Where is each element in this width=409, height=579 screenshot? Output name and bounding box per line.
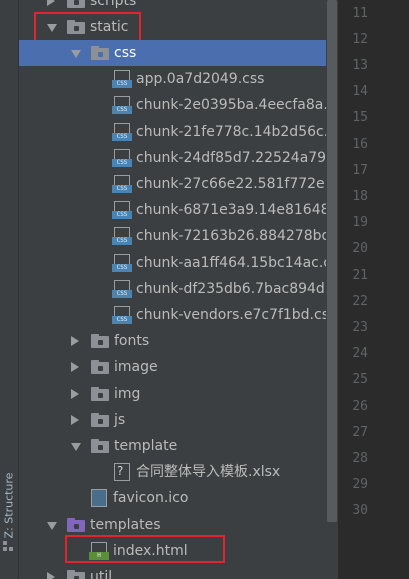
- tree-node-label: templates: [90, 516, 161, 533]
- tree-node-label: chunk-72163b26.884278bd: [136, 228, 331, 245]
- tree-node-folder[interactable]: fonts: [19, 328, 338, 354]
- tree-node-label: chunk-24df85d7.22524a79.c: [136, 149, 338, 166]
- expanded-arrow-icon[interactable]: [71, 49, 81, 58]
- folder-icon: [91, 386, 109, 401]
- tree-node-label: 合同整体导入模板.xlsx: [136, 464, 281, 481]
- tree-node-css[interactable]: CSS chunk-72163b26.884278bd: [19, 223, 338, 249]
- expanded-arrow-icon[interactable]: [71, 442, 81, 451]
- collapsed-arrow-icon[interactable]: [71, 336, 79, 347]
- tree-node-image[interactable]: favicon.ico: [19, 485, 338, 511]
- tree-node-css[interactable]: CSS chunk-24df85d7.22524a79.c: [19, 145, 338, 171]
- tree-node-label: image: [114, 359, 158, 376]
- tree-node-label: fonts: [114, 333, 150, 350]
- tree-node-unknown[interactable]: ? 合同整体导入模板.xlsx: [19, 459, 338, 485]
- line-number: 28: [352, 450, 368, 466]
- tree-node-label: css: [114, 44, 137, 61]
- tree-node-css[interactable]: CSS chunk-6871e3a9.14e81648.: [19, 197, 338, 223]
- structure-icon: [3, 541, 13, 551]
- css-file-icon: CSS: [112, 70, 132, 89]
- css-file-icon: CSS: [112, 122, 132, 141]
- tree-node-folder[interactable]: image: [19, 354, 338, 380]
- annotation-highlight-box: [34, 11, 141, 42]
- tree-node-folder-purple[interactable]: templates: [19, 512, 338, 538]
- editor-gutter: 11 12 13 14 15 16 17 18 19 20 21 22 23 24 25 26 27 28 29 30: [338, 0, 409, 579]
- line-number: 23: [352, 319, 368, 335]
- tree-node-css[interactable]: CSS chunk-2e0395ba.4eecfa8a.c: [19, 92, 338, 118]
- css-file-icon: CSS: [112, 201, 132, 220]
- image-file-icon: [91, 489, 107, 508]
- line-number: 16: [352, 136, 368, 152]
- structure-tool-tab[interactable]: Z: Structure: [0, 456, 18, 554]
- collapsed-arrow-icon[interactable]: [71, 362, 79, 373]
- tree-node-folder[interactable]: template: [19, 433, 338, 459]
- line-number: 12: [352, 31, 368, 47]
- line-number: 17: [352, 162, 368, 178]
- line-number: 22: [352, 293, 368, 309]
- tree-node-css[interactable]: CSS chunk-df235db6.7bac894d.: [19, 276, 338, 302]
- line-number: 21: [352, 267, 368, 283]
- scrollbar-thumb[interactable]: [327, 0, 337, 522]
- folder-icon: [67, 0, 85, 8]
- line-number: 18: [352, 188, 368, 204]
- css-file-icon: CSS: [112, 253, 132, 272]
- tree-node-label: favicon.ico: [113, 490, 189, 507]
- tree-node-css[interactable]: CSS chunk-aa1ff464.15bc14ac.cs: [19, 250, 338, 276]
- project-tree[interactable]: scripts static css CSS app.0a7d2049.css CSS ch…: [19, 0, 338, 579]
- tree-node-label: template: [114, 437, 178, 454]
- tree-node-css[interactable]: CSS chunk-27c66e22.581f772e.c: [19, 171, 338, 197]
- tree-node-label: chunk-vendors.e7c7f1bd.cs: [136, 306, 329, 323]
- collapsed-arrow-icon[interactable]: [47, 571, 55, 579]
- css-file-icon: CSS: [112, 148, 132, 167]
- line-number: 26: [352, 398, 368, 414]
- css-file-icon: CSS: [112, 174, 132, 193]
- line-number: 14: [352, 84, 368, 100]
- tree-node-label: app.0a7d2049.css: [136, 71, 265, 88]
- tree-node-folder[interactable]: css: [19, 39, 338, 66]
- tree-node-label: chunk-21fe778c.14b2d56c.c: [136, 123, 336, 140]
- tree-node-label: chunk-6871e3a9.14e81648.: [136, 202, 334, 219]
- line-number: 15: [352, 110, 368, 126]
- tree-node-css[interactable]: CSS chunk-vendors.e7c7f1bd.cs: [19, 302, 338, 328]
- folder-icon: [67, 517, 85, 532]
- tool-window-strip: Z: Structure: [0, 0, 19, 579]
- tree-node-label: chunk-df235db6.7bac894d.: [136, 280, 330, 297]
- css-file-icon: CSS: [112, 305, 132, 324]
- tree-node-folder[interactable]: util: [19, 564, 338, 579]
- structure-tab-label: Z: Structure: [2, 472, 16, 538]
- folder-icon: [91, 45, 109, 60]
- tree-node-css[interactable]: CSS chunk-21fe778c.14b2d56c.c: [19, 119, 338, 145]
- tree-node-label: util: [90, 568, 113, 579]
- folder-icon: [91, 360, 109, 375]
- tree-node-folder[interactable]: js: [19, 407, 338, 433]
- tree-node-label: chunk-aa1ff464.15bc14ac.cs: [136, 254, 338, 271]
- tree-node-label: js: [114, 411, 126, 428]
- line-number: 29: [352, 477, 368, 493]
- tree-node-label: chunk-2e0395ba.4eecfa8a.c: [136, 97, 336, 114]
- line-number: 27: [352, 424, 368, 440]
- line-number: 30: [352, 503, 368, 519]
- line-number: 25: [352, 372, 368, 388]
- folder-icon: [67, 569, 85, 579]
- line-number: 11: [352, 5, 368, 21]
- collapsed-arrow-icon[interactable]: [71, 388, 79, 399]
- css-file-icon: CSS: [112, 96, 132, 115]
- tree-node-label: chunk-27c66e22.581f772e.c: [136, 175, 337, 192]
- tree-node-label: img: [114, 385, 141, 402]
- css-file-icon: CSS: [112, 279, 132, 298]
- annotation-highlight-box: [65, 534, 225, 563]
- line-number: 13: [352, 57, 368, 73]
- line-number: 24: [352, 346, 368, 362]
- folder-icon: [91, 412, 109, 427]
- line-number: 19: [352, 215, 368, 231]
- css-file-icon: CSS: [112, 227, 132, 246]
- folder-icon: [91, 334, 109, 349]
- unknown-file-icon: ?: [114, 463, 130, 482]
- expanded-arrow-icon[interactable]: [47, 521, 57, 530]
- tree-node-css[interactable]: CSS app.0a7d2049.css: [19, 66, 338, 92]
- collapsed-arrow-icon[interactable]: [71, 414, 79, 425]
- line-number: 20: [352, 241, 368, 257]
- folder-icon: [91, 438, 109, 453]
- tree-node-folder[interactable]: img: [19, 381, 338, 407]
- collapsed-arrow-icon[interactable]: [47, 0, 55, 6]
